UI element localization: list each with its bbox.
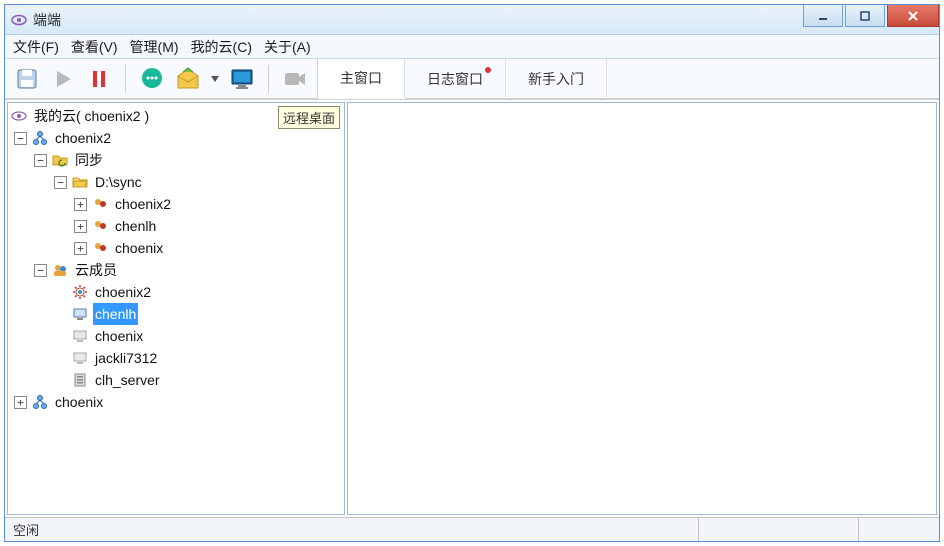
network-icon (31, 393, 49, 411)
eye-icon (10, 107, 28, 125)
users-icon (51, 261, 69, 279)
tree-root-label: 我的云( choenix2 ) (32, 105, 151, 127)
minimize-button[interactable] (803, 5, 843, 27)
tree-item[interactable]: + choenix (10, 391, 342, 413)
pause-icon[interactable] (85, 65, 113, 93)
gear-sun-icon (71, 283, 89, 301)
tree-item-label: chenlh (113, 215, 158, 237)
tree-item-label: clh_server (93, 369, 162, 391)
collapse-icon[interactable]: − (14, 132, 27, 145)
menu-about[interactable]: 关于(A) (264, 37, 311, 57)
tree-item-label: choenix2 (53, 127, 113, 149)
statusbar: 空闲 (5, 517, 939, 541)
camera-icon[interactable] (281, 65, 309, 93)
collapse-icon[interactable]: − (34, 154, 47, 167)
expand-icon[interactable]: + (74, 242, 87, 255)
tab-log-window[interactable]: 日志窗口 (405, 59, 506, 99)
tab-label: 新手入门 (528, 69, 584, 89)
tree-panel: 远程桌面 我的云( choenix2 ) − choenix2 (7, 102, 345, 515)
toolbar: 主窗口 日志窗口 新手入门 (5, 59, 939, 99)
tab-label: 日志窗口 (427, 69, 483, 89)
tree-item-label: choenix (93, 325, 145, 347)
user-pair-icon (91, 195, 109, 213)
chat-icon[interactable] (138, 65, 166, 93)
folder-sync-icon (51, 151, 69, 169)
user-pair-icon (91, 239, 109, 257)
save-icon[interactable] (13, 65, 41, 93)
content-panel (347, 102, 937, 515)
expand-icon[interactable]: + (74, 198, 87, 211)
tree-item[interactable]: + choenix2 (10, 193, 342, 215)
tree-item[interactable]: + choenix (10, 237, 342, 259)
menu-mycloud[interactable]: 我的云(C) (191, 37, 252, 57)
body: 远程桌面 我的云( choenix2 ) − choenix2 (5, 99, 939, 517)
user-pair-icon (91, 217, 109, 235)
notification-dot-icon (485, 67, 491, 73)
tree-item-label: choenix2 (113, 193, 173, 215)
tree-item[interactable]: choenix2 (10, 281, 342, 303)
titlebar: 端端 (5, 5, 939, 35)
tree-item[interactable]: jackli7312 (10, 347, 342, 369)
tree-item-label: jackli7312 (93, 347, 159, 369)
tree-item-label: choenix (113, 237, 165, 259)
server-icon (71, 371, 89, 389)
collapse-icon[interactable]: − (34, 264, 47, 277)
status-text: 空闲 (5, 518, 699, 541)
collapse-icon[interactable]: − (54, 176, 67, 189)
folder-open-icon (71, 173, 89, 191)
toolbar-separator (268, 65, 269, 93)
app-icon (11, 12, 27, 28)
tree-item[interactable]: − choenix2 (10, 127, 342, 149)
toolbar-separator (125, 65, 126, 93)
close-button[interactable] (887, 5, 939, 27)
status-end (859, 518, 939, 541)
tree-item-label: 云成员 (73, 259, 119, 281)
tree-item-label: choenix (53, 391, 105, 413)
tabbar: 主窗口 日志窗口 新手入门 (317, 59, 939, 99)
remote-desktop-tooltip: 远程桌面 (278, 106, 340, 129)
tab-label: 主窗口 (340, 68, 382, 88)
tree-item-label: D:\sync (93, 171, 144, 193)
expand-icon[interactable]: + (14, 396, 27, 409)
network-icon (31, 129, 49, 147)
tree-item[interactable]: − D:\sync (10, 171, 342, 193)
tab-newbie-guide[interactable]: 新手入门 (506, 59, 607, 99)
tree[interactable]: 我的云( choenix2 ) − choenix2 − (8, 103, 344, 415)
expand-icon[interactable]: + (74, 220, 87, 233)
tree-item-label: 同步 (73, 149, 105, 171)
mail-dropdown-icon[interactable] (210, 76, 220, 82)
tree-item-label: choenix2 (93, 281, 153, 303)
tree-item[interactable]: − 同步 (10, 149, 342, 171)
play-icon[interactable] (49, 65, 77, 93)
tab-main-window[interactable]: 主窗口 (318, 59, 405, 99)
computer-icon (71, 305, 89, 323)
tree-item[interactable]: clh_server (10, 369, 342, 391)
tree-item[interactable]: choenix (10, 325, 342, 347)
menu-view[interactable]: 查看(V) (71, 37, 118, 57)
app-window: 端端 文件(F) 查看(V) 管理(M) 我的云(C) 关于(A) (4, 4, 940, 542)
menu-file[interactable]: 文件(F) (13, 37, 59, 57)
window-buttons (801, 5, 939, 34)
tree-item[interactable]: + chenlh (10, 215, 342, 237)
mail-icon[interactable] (174, 65, 202, 93)
computer-icon (71, 349, 89, 367)
status-mid (699, 518, 859, 541)
tree-item-label: chenlh (93, 303, 138, 325)
maximize-button[interactable] (845, 5, 885, 27)
menu-manage[interactable]: 管理(M) (130, 37, 179, 57)
tree-item[interactable]: − 云成员 (10, 259, 342, 281)
menubar: 文件(F) 查看(V) 管理(M) 我的云(C) 关于(A) (5, 35, 939, 59)
window-title: 端端 (33, 10, 61, 30)
monitor-icon[interactable] (228, 65, 256, 93)
computer-icon (71, 327, 89, 345)
tree-item-selected[interactable]: chenlh (10, 303, 342, 325)
